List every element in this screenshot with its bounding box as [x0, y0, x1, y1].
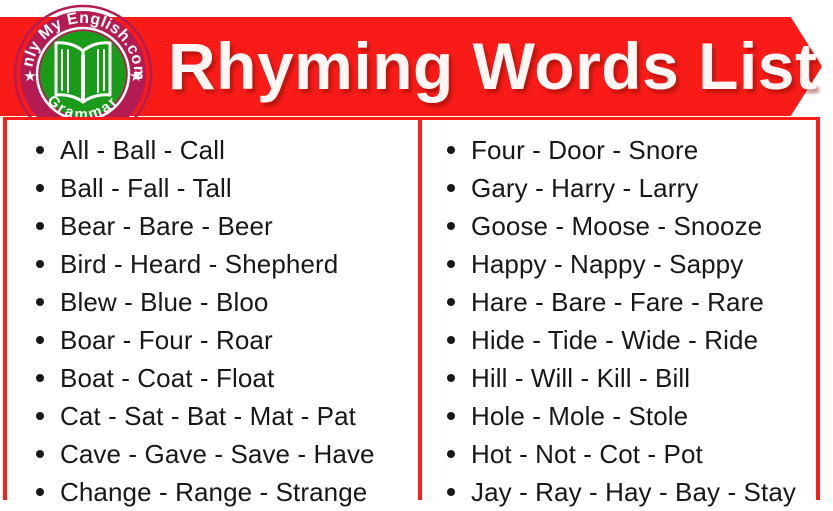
- rhyming-word-item: Cave - Gave - Save - Have: [28, 435, 414, 473]
- rhyming-word-text: Boar - Four - Roar: [60, 325, 273, 355]
- rhyming-word-list-left: All - Ball - Call Ball - Fall - Tall Bear …: [28, 131, 414, 511]
- rhyming-word-text: Gary - Harry - Larry: [471, 173, 699, 203]
- rhyming-word-text: All - Ball - Call: [60, 135, 225, 165]
- bullet-icon: [36, 450, 44, 458]
- bullet-icon: [36, 222, 44, 230]
- word-columns: All - Ball - Call Ball - Fall - Tall Bear …: [7, 120, 816, 507]
- bullet-icon: [36, 488, 44, 496]
- rhyming-word-text: Boat - Coat - Float: [60, 363, 275, 393]
- rhyming-word-item: Hot - Not - Cot - Pot: [439, 435, 819, 473]
- bullet-icon: [447, 222, 455, 230]
- rhyming-word-text: Goose - Moose - Snooze: [471, 211, 763, 241]
- rhyming-word-text: Bear - Bare - Beer: [60, 211, 273, 241]
- rhyming-word-list-right: Four - Door - Snore Gary - Harry - Larry G…: [439, 131, 819, 511]
- bullet-icon: [36, 146, 44, 154]
- rhyming-word-item: Cat - Sat - Bat - Mat - Pat: [28, 397, 414, 435]
- star-icon-right: ★: [129, 67, 142, 85]
- rhyming-word-text: Cat - Sat - Bat - Mat - Pat: [60, 401, 356, 431]
- rhyming-word-text: Jay - Ray - Hay - Bay - Stay: [471, 477, 796, 507]
- rhyming-word-item: Four - Door - Snore: [439, 131, 819, 169]
- bullet-icon: [447, 260, 455, 268]
- bullet-icon: [447, 450, 455, 458]
- bullet-icon: [447, 412, 455, 420]
- bullet-icon: [447, 336, 455, 344]
- rhyming-word-text: Ball - Fall - Tall: [60, 173, 232, 203]
- rhyming-word-item: Hare - Bare - Fare - Rare: [439, 283, 819, 321]
- rhyming-word-item: Hole - Mole - Stole: [439, 397, 819, 435]
- rhyming-word-item: Boat - Coat - Float: [28, 359, 414, 397]
- rhyming-word-item: Hill - Will - Kill - Bill: [439, 359, 819, 397]
- rhyming-word-text: Change - Range - Strange: [60, 477, 368, 507]
- rhyming-word-text: Hide - Tide - Wide - Ride: [471, 325, 759, 355]
- bullet-icon: [447, 374, 455, 382]
- content-frame: All - Ball - Call Ball - Fall - Tall Bear …: [3, 117, 820, 507]
- page-header: Rhyming Words List nly My English.com Gr…: [0, 0, 833, 144]
- rhyming-word-text: Hole - Mole - Stole: [471, 401, 689, 431]
- rhyming-word-text: Hot - Not - Cot - Pot: [471, 439, 703, 469]
- rhyming-word-item: Ball - Fall - Tall: [28, 169, 414, 207]
- rhyming-word-item: Blew - Blue - Bloo: [28, 283, 414, 321]
- bullet-icon: [36, 298, 44, 306]
- bullet-icon: [36, 412, 44, 420]
- left-word-column: All - Ball - Call Ball - Fall - Tall Bear …: [28, 131, 414, 511]
- rhyming-word-text: Blew - Blue - Bloo: [60, 287, 269, 317]
- rhyming-word-item: Bird - Heard - Shepherd: [28, 245, 414, 283]
- bullet-icon: [447, 146, 455, 154]
- rhyming-word-item: All - Ball - Call: [28, 131, 414, 169]
- bullet-icon: [36, 184, 44, 192]
- rhyming-word-text: Hill - Will - Kill - Bill: [471, 363, 691, 393]
- rhyming-word-item: Bear - Bare - Beer: [28, 207, 414, 245]
- rhyming-word-item: Goose - Moose - Snooze: [439, 207, 819, 245]
- page-title: Rhyming Words List: [168, 29, 818, 103]
- rhyming-word-text: Bird - Heard - Shepherd: [60, 249, 339, 279]
- bullet-icon: [447, 488, 455, 496]
- rhyming-word-text: Hare - Bare - Fare - Rare: [471, 287, 764, 317]
- rhyming-word-item: Happy - Nappy - Sappy: [439, 245, 819, 283]
- rhyming-word-text: Four - Door - Snore: [471, 135, 699, 165]
- rhyming-word-item: Gary - Harry - Larry: [439, 169, 819, 207]
- bullet-icon: [36, 336, 44, 344]
- bullet-icon: [447, 298, 455, 306]
- right-word-column: Four - Door - Snore Gary - Harry - Larry G…: [439, 131, 819, 511]
- bullet-icon: [447, 184, 455, 192]
- rhyming-word-item: Boar - Four - Roar: [28, 321, 414, 359]
- rhyming-word-item: Hide - Tide - Wide - Ride: [439, 321, 819, 359]
- rhyming-word-text: Happy - Nappy - Sappy: [471, 249, 744, 279]
- bullet-icon: [36, 374, 44, 382]
- rhyming-word-item: Change - Range - Strange: [28, 473, 414, 511]
- rhyming-word-text: Cave - Gave - Save - Have: [60, 439, 375, 469]
- rhyming-word-item: Jay - Ray - Hay - Bay - Stay: [439, 473, 819, 511]
- star-icon-left: ★: [23, 67, 36, 85]
- bullet-icon: [36, 260, 44, 268]
